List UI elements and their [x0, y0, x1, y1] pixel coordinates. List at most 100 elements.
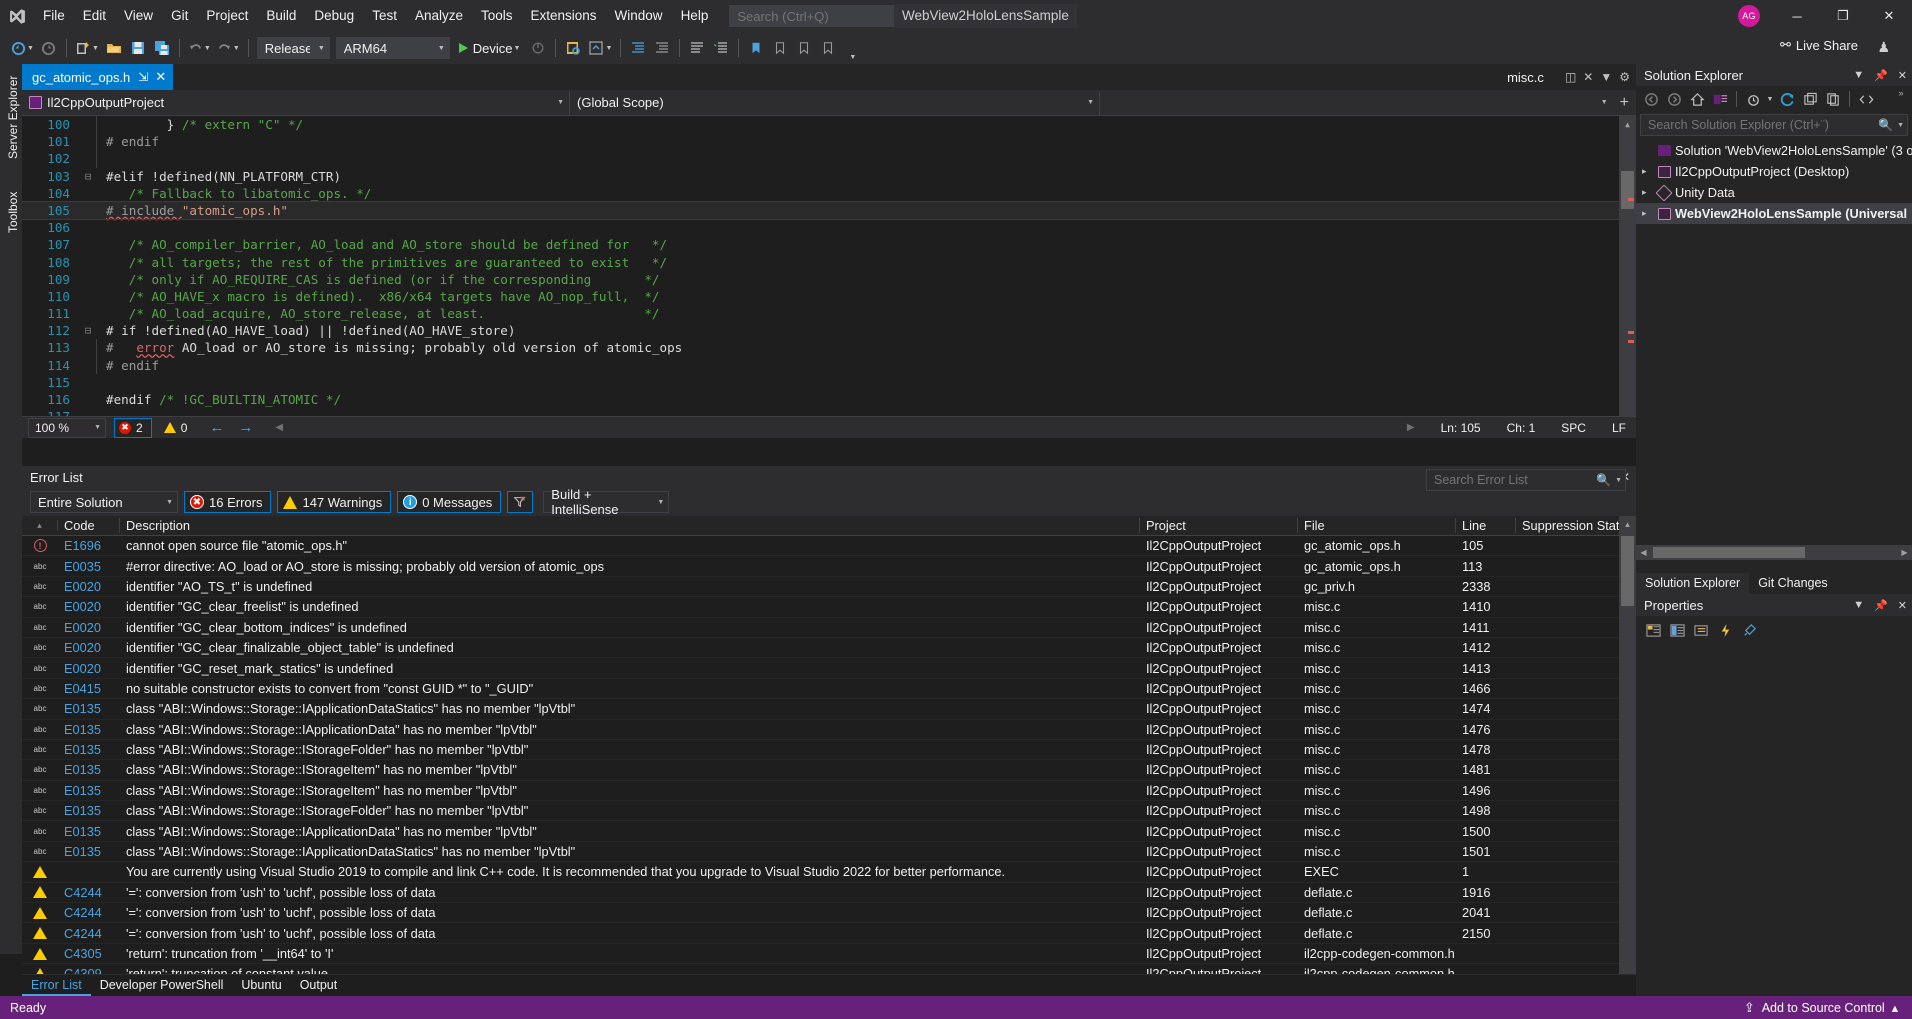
next-issue-icon[interactable]: →	[238, 419, 253, 436]
table-row[interactable]: abcE0135class "ABI::Windows::Storage::IA…	[22, 720, 1636, 740]
home-icon[interactable]	[1686, 88, 1708, 110]
scope-filter-dropdown[interactable]: Entire Solution ▼	[30, 491, 178, 513]
clear-filter-button[interactable]	[507, 491, 533, 513]
table-row[interactable]: abcE0135class "ABI::Windows::Storage::IA…	[22, 821, 1636, 841]
zoom-level-dropdown[interactable]: 100 % ▼	[28, 418, 106, 438]
restore-button[interactable]: ❐	[1820, 0, 1866, 32]
add-split-icon[interactable]: +	[1613, 94, 1636, 112]
table-row[interactable]: abcE0415no suitable constructor exists t…	[22, 679, 1636, 699]
solution-home-icon[interactable]: ▼	[585, 35, 615, 61]
error-list-search-box[interactable]: 🔍 ▼	[1426, 469, 1626, 491]
dock-tab-toolbox[interactable]: Toolbox	[3, 186, 23, 248]
toolbar-overflow-icon[interactable]: ▼	[840, 35, 864, 61]
error-list-scrollbar[interactable]: ▲	[1619, 516, 1636, 974]
scroll-up-icon[interactable]: ▲	[1619, 116, 1636, 133]
chevron-down-icon[interactable]: ▼	[204, 45, 211, 52]
chevron-down-icon[interactable]: ▼	[549, 99, 564, 106]
table-row[interactable]: C4309'return': truncation of constant va…	[22, 964, 1636, 974]
select-repository-chevron-icon[interactable]: ▴	[1892, 1000, 1898, 1015]
tree-node-1[interactable]: ▸Il2CppOutputProject (Desktop)	[1636, 161, 1912, 182]
tree-node-3[interactable]: ▸WebView2HoloLensSample (Universal	[1636, 203, 1912, 224]
panel-menu-chevron-icon[interactable]: ▼	[1848, 69, 1869, 81]
pin-icon[interactable]: 📌	[1869, 599, 1893, 612]
chevron-right-icon[interactable]: ▸	[1642, 208, 1658, 219]
forward-icon[interactable]	[1663, 88, 1685, 110]
toolbar-overflow-icon[interactable]: »	[1890, 88, 1912, 110]
column-header-project[interactable]: Project	[1140, 518, 1298, 533]
menu-item-build[interactable]: Build	[257, 0, 305, 32]
chevron-down-icon[interactable]: ▼	[233, 45, 240, 52]
code-line[interactable]: 117	[22, 408, 1636, 416]
chevron-down-icon[interactable]: ▼	[318, 45, 325, 52]
bottom-tab-developer-powershell[interactable]: Developer PowerShell	[91, 976, 233, 996]
table-row[interactable]: abcE0020identifier "GC_reset_mark_static…	[22, 658, 1636, 678]
menu-item-tools[interactable]: Tools	[472, 0, 522, 32]
line-ending-indicator[interactable]: LF	[1612, 421, 1626, 435]
chevron-right-icon[interactable]: ▸	[1642, 166, 1658, 177]
tree-node-0[interactable]: Solution 'WebView2HoloLensSample' (3 of …	[1636, 140, 1912, 161]
scroll-up-icon[interactable]: ▲	[1619, 516, 1636, 533]
menu-item-analyze[interactable]: Analyze	[406, 0, 472, 32]
user-avatar[interactable]: AG	[1738, 5, 1760, 27]
table-row[interactable]: abcE0020identifier "GC_clear_finalizable…	[22, 638, 1636, 658]
chevron-down-icon[interactable]: ▼	[657, 499, 664, 506]
preview-tab-label[interactable]: misc.c	[1507, 70, 1544, 85]
chevron-down-icon[interactable]: ▼	[849, 54, 856, 61]
properties-view-icon[interactable]	[1690, 619, 1712, 641]
code-line[interactable]: 114# endif	[22, 357, 1636, 374]
table-row[interactable]: abcE0135class "ABI::Windows::Storage::IS…	[22, 760, 1636, 780]
solution-view-icon[interactable]	[1709, 88, 1731, 110]
tab-list-chevron-icon[interactable]: ▼	[1600, 70, 1612, 84]
column-header-line[interactable]: Line	[1456, 518, 1516, 533]
table-row[interactable]: abcE0020identifier "GC_clear_bottom_indi…	[22, 618, 1636, 638]
solution-explorer-search-input[interactable]	[1648, 118, 1878, 132]
menu-item-help[interactable]: Help	[672, 0, 718, 32]
open-file-icon[interactable]	[102, 35, 126, 61]
column-header-icon[interactable]: ▴	[22, 520, 58, 531]
editor-warning-count[interactable]: 0	[160, 418, 196, 438]
navigate-backward-icon[interactable]: ▼	[8, 35, 37, 61]
table-row[interactable]: !E1696cannot open source file "atomic_op…	[22, 536, 1636, 556]
minimize-button[interactable]: ─	[1774, 0, 1820, 32]
new-project-icon[interactable]: ▼	[72, 35, 102, 61]
attach-to-process-icon[interactable]	[526, 35, 550, 61]
column-header-file[interactable]: File	[1298, 518, 1456, 533]
live-share-button[interactable]: ⚯ Live Share	[1780, 37, 1858, 53]
outdent-icon[interactable]	[650, 35, 674, 61]
code-line[interactable]: 100 } /* extern "C" */	[22, 116, 1636, 133]
save-icon[interactable]	[126, 35, 150, 61]
chevron-down-icon[interactable]: ▼	[514, 45, 521, 52]
drag-handle-dots[interactable]	[1751, 75, 1840, 76]
code-line[interactable]: 107 /* AO_compiler_barrier, AO_load and …	[22, 236, 1636, 253]
code-line[interactable]: 109 /* only if AO_REQUIRE_CAS is defined…	[22, 271, 1636, 288]
table-row[interactable]: C4244'=': conversion from 'ush' to 'uchf…	[22, 923, 1636, 943]
scrollbar-thumb[interactable]	[1621, 536, 1634, 606]
code-text-area[interactable]: 100 } /* extern "C" */101# endif102103⊟#…	[22, 116, 1636, 416]
menu-item-window[interactable]: Window	[606, 0, 672, 32]
warnings-filter-button[interactable]: 147 Warnings	[277, 491, 391, 513]
table-row[interactable]: abcE0135class "ABI::Windows::Storage::IA…	[22, 699, 1636, 719]
table-row[interactable]: abcE0020identifier "GC_clear_freelist" i…	[22, 597, 1636, 617]
code-line[interactable]: 111 /* AO_load_acquire, AO_store_release…	[22, 305, 1636, 322]
show-all-files-icon[interactable]	[1822, 88, 1844, 110]
save-all-icon[interactable]	[150, 35, 174, 61]
chevron-down-icon[interactable]: ▼	[27, 45, 34, 52]
menu-item-test[interactable]: Test	[363, 0, 406, 32]
navbar-project-dropdown[interactable]: Il2CppOutputProject ▼	[22, 91, 570, 115]
solution-explorer-horizontal-scrollbar[interactable]: ◀ ▶	[1636, 545, 1912, 560]
search-icon[interactable]: 🔍	[1878, 118, 1893, 132]
table-row[interactable]: abcE0135class "ABI::Windows::Storage::IA…	[22, 842, 1636, 862]
table-row[interactable]: You are currently using Visual Studio 20…	[22, 862, 1636, 882]
table-row[interactable]: C4244'=': conversion from 'ush' to 'uchf…	[22, 883, 1636, 903]
chevron-down-icon[interactable]: ▼	[94, 424, 101, 431]
document-tab-gc-atomic-ops-h[interactable]: gc_atomic_ops.h ⇲ ✕	[22, 64, 173, 90]
table-row[interactable]: abcE0135class "ABI::Windows::Storage::IS…	[22, 801, 1636, 821]
close-icon[interactable]: ✕	[155, 69, 166, 85]
build-source-dropdown[interactable]: Build + IntelliSense ▼	[543, 491, 669, 513]
pending-changes-icon[interactable]	[1742, 88, 1764, 110]
add-to-source-control-label[interactable]: Add to Source Control	[1762, 1001, 1885, 1015]
invite-user-icon[interactable]: ♟	[1877, 39, 1890, 56]
bottom-tab-solution-explorer[interactable]: Solution Explorer	[1636, 573, 1749, 594]
bottom-tab-ubuntu[interactable]: Ubuntu	[232, 976, 290, 996]
fold-collapse-icon[interactable]: ⊟	[80, 168, 96, 185]
